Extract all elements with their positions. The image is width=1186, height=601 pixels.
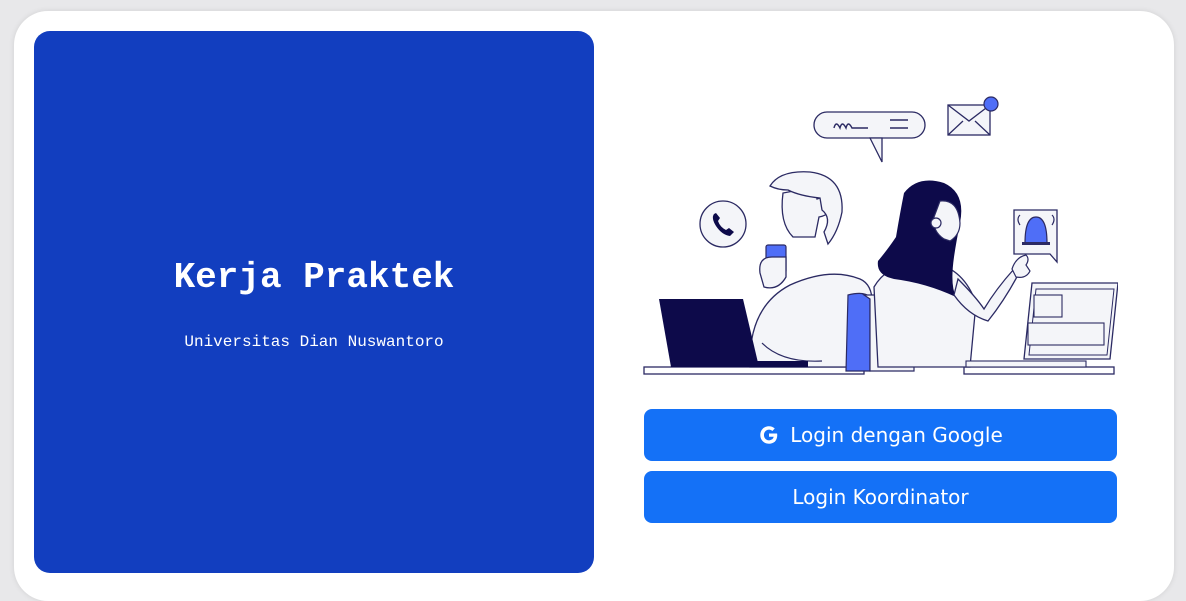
phone-icon xyxy=(699,200,747,248)
app-title: Kerja Praktek xyxy=(173,257,455,298)
chat-bubble-icon xyxy=(813,111,926,163)
coordinator-login-button[interactable]: Login Koordinator xyxy=(644,471,1117,523)
branding-panel: Kerja Praktek Universitas Dian Nuswantor… xyxy=(34,31,594,573)
login-illustration xyxy=(643,96,1118,375)
login-card: Kerja Praktek Universitas Dian Nuswantor… xyxy=(14,11,1174,601)
google-login-button[interactable]: Login dengan Google xyxy=(644,409,1117,461)
bell-icon xyxy=(1013,209,1058,264)
google-icon xyxy=(760,426,778,444)
mail-icon xyxy=(947,96,999,136)
app-subtitle: Universitas Dian Nuswantoro xyxy=(184,333,444,351)
coordinator-login-label: Login Koordinator xyxy=(792,485,969,509)
google-login-label: Login dengan Google xyxy=(790,423,1003,447)
monitor-icon xyxy=(965,282,1118,368)
